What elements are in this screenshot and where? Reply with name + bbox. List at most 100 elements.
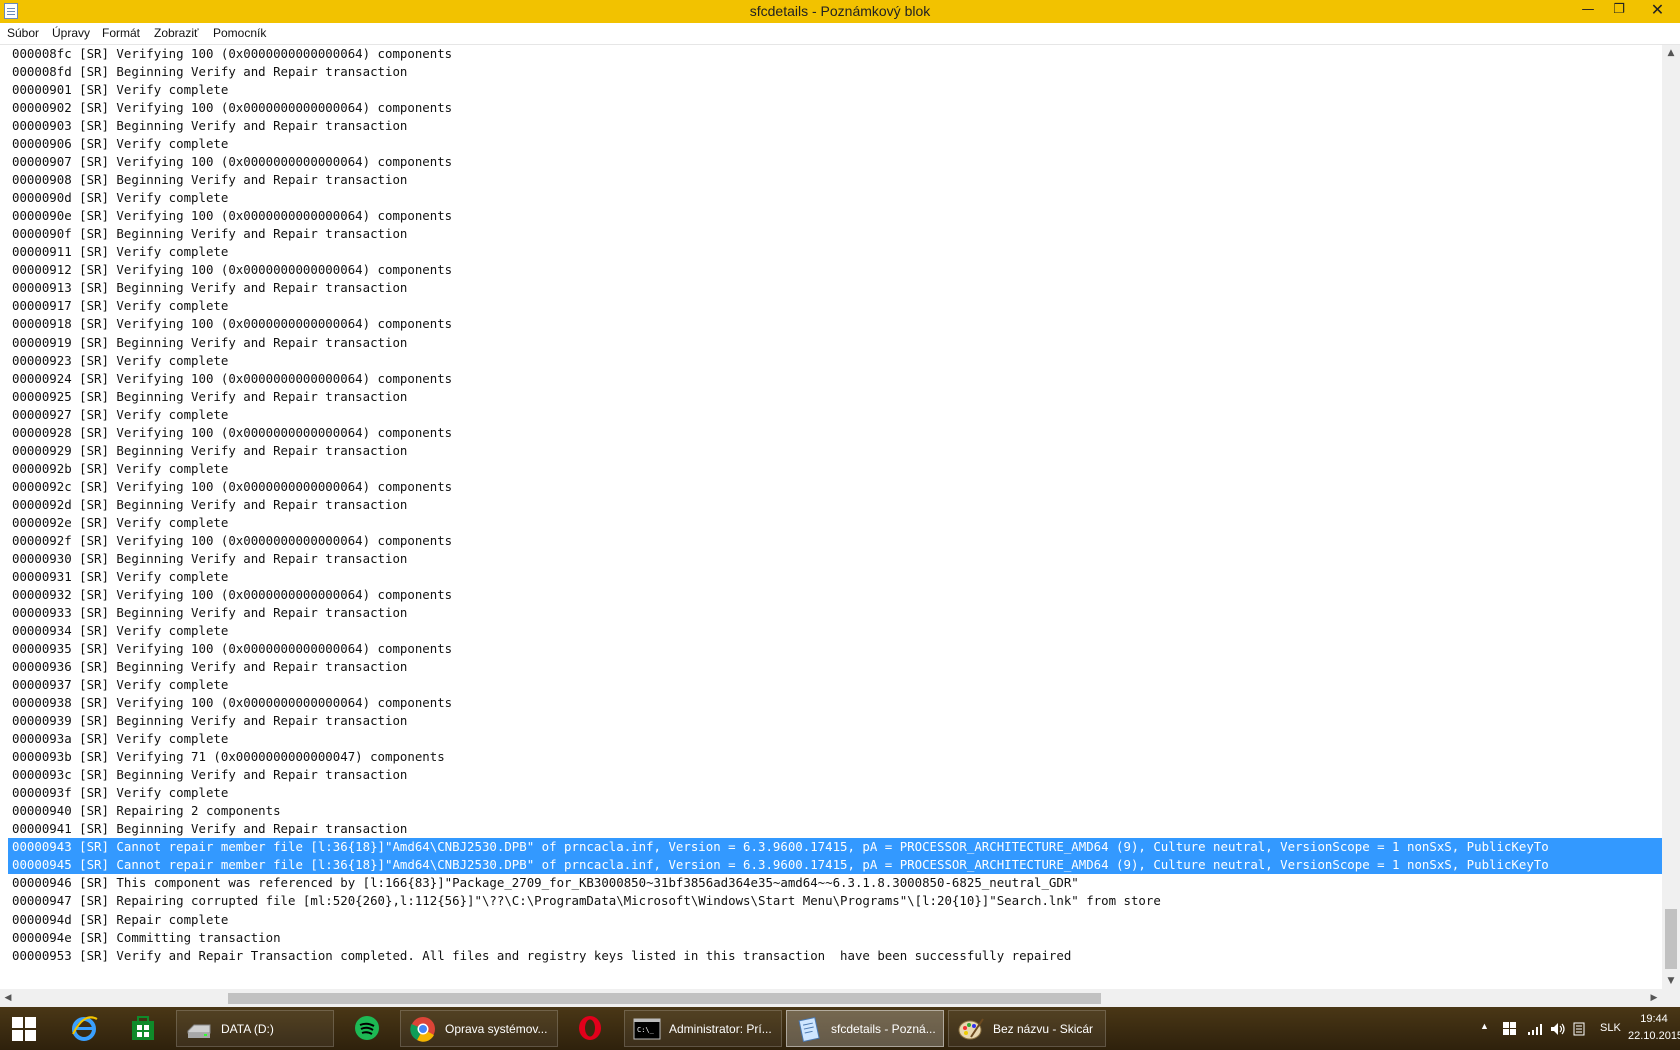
text-line: 00000938 [SR] Verifying 100 (0x000000000… — [12, 695, 453, 711]
spotify-icon — [355, 1016, 379, 1040]
text-content: 000008fc [SR] Verifying 100 (0x000000000… — [8, 45, 1662, 965]
taskbar-notepad[interactable]: sfcdetails - Pozná... — [786, 1010, 944, 1047]
text-line: 0000093b [SR] Verifying 71 (0x0000000000… — [12, 749, 445, 765]
text-line: 00000927 [SR] Verify complete — [12, 406, 229, 422]
menu-view[interactable]: Zobraziť — [154, 26, 199, 40]
text-line: 0000093a [SR] Verify complete — [12, 731, 229, 747]
text-line: 00000912 [SR] Verifying 100 (0x000000000… — [12, 262, 453, 278]
paint-icon — [958, 1018, 984, 1040]
text-line: 00000935 [SR] Verifying 100 (0x000000000… — [12, 641, 453, 657]
show-hidden-icons-chevron-icon[interactable]: ▲ — [1480, 1021, 1489, 1031]
text-line: 00000913 [SR] Beginning Verify and Repai… — [12, 280, 408, 296]
text-line: 00000940 [SR] Repairing 2 components — [12, 803, 281, 819]
text-line: 00000911 [SR] Verify complete — [12, 244, 229, 260]
text-line: 00000939 [SR] Beginning Verify and Repai… — [12, 713, 408, 729]
system-tray: ▲ SLK 19:44 22.10.2015 — [1470, 1007, 1680, 1050]
horizontal-scroll-thumb[interactable] — [228, 993, 1101, 1004]
taskbar-spotify[interactable] — [345, 1010, 389, 1047]
text-line: 00000902 [SR] Verifying 100 (0x000000000… — [12, 100, 453, 116]
text-line: 00000934 [SR] Verify complete — [12, 623, 229, 638]
title-bar[interactable]: sfcdetails - Poznámkový blok — ❐ ✕ — [0, 0, 1680, 23]
volume-icon[interactable] — [1550, 1021, 1566, 1037]
taskbar-item-label: Bez názvu - Skicár — [993, 1022, 1094, 1036]
text-line: 000008fc [SR] Verifying 100 (0x000000000… — [12, 46, 453, 61]
taskbar-paint[interactable]: Bez názvu - Skicár — [948, 1010, 1106, 1047]
text-line: 00000930 [SR] Beginning Verify and Repai… — [12, 550, 408, 566]
text-line: 0000092e [SR] Verify complete — [12, 514, 229, 530]
clock-date[interactable]: 22.10.2015 — [1628, 1030, 1680, 1042]
text-editor[interactable]: 000008fc [SR] Verifying 100 (0x000000000… — [0, 45, 1662, 990]
taskbar: DATA (D:) Oprava systémov... C:\_ Admini… — [0, 1007, 1680, 1050]
opera-icon — [579, 1016, 601, 1040]
text-line: 00000933 [SR] Beginning Verify and Repai… — [12, 604, 408, 620]
menu-help[interactable]: Pomocník — [213, 26, 266, 40]
text-line: 00000953 [SR] Verify and Repair Transact… — [12, 947, 1072, 963]
taskbar-ie[interactable] — [62, 1010, 106, 1047]
text-line: 00000946 [SR] This component was referen… — [12, 875, 1079, 891]
taskbar-chrome[interactable]: Oprava systémov... — [400, 1010, 558, 1047]
text-line: 0000093f [SR] Verify complete — [12, 785, 229, 801]
close-button[interactable]: ✕ — [1635, 0, 1680, 22]
text-line: 00000925 [SR] Beginning Verify and Repai… — [12, 388, 408, 404]
taskbar-drive-data[interactable]: DATA (D:) — [176, 1010, 334, 1047]
text-line: 00000919 [SR] Beginning Verify and Repai… — [12, 334, 408, 350]
text-line: 00000931 [SR] Verify complete — [12, 568, 229, 584]
menu-format[interactable]: Formát — [102, 26, 140, 40]
menu-bar: Súbor Úpravy Formát Zobraziť Pomocník — [0, 23, 1680, 45]
keyboard-icon[interactable] — [1573, 1022, 1585, 1036]
text-line: 00000936 [SR] Beginning Verify and Repai… — [12, 659, 408, 675]
restore-button[interactable]: ❐ — [1604, 0, 1634, 22]
scrollbar-corner — [1662, 989, 1680, 1007]
network-signal-icon[interactable] — [1527, 1022, 1543, 1036]
taskbar-opera[interactable] — [568, 1010, 612, 1047]
scroll-up-arrow-icon[interactable]: ▲ — [1662, 45, 1680, 61]
text-line: 0000092d [SR] Beginning Verify and Repai… — [12, 496, 408, 512]
scroll-left-arrow-icon[interactable]: ◀ — [0, 989, 16, 1007]
text-line: 000008fd [SR] Beginning Verify and Repai… — [12, 64, 408, 80]
svg-text:C:\_: C:\_ — [637, 1026, 655, 1034]
text-line: 00000918 [SR] Verifying 100 (0x000000000… — [12, 316, 453, 332]
text-line: 00000908 [SR] Beginning Verify and Repai… — [12, 172, 408, 188]
text-line: 00000928 [SR] Verifying 100 (0x000000000… — [12, 424, 453, 440]
scroll-down-arrow-icon[interactable]: ▼ — [1662, 973, 1680, 989]
start-button[interactable] — [6, 1010, 42, 1047]
windows-logo-icon — [12, 1017, 36, 1041]
menu-edit[interactable]: Úpravy — [52, 26, 90, 40]
taskbar-store[interactable] — [121, 1010, 165, 1047]
text-line: 0000092b [SR] Verify complete — [12, 460, 229, 476]
horizontal-scrollbar[interactable]: ◀ ▶ — [0, 989, 1662, 1007]
text-line: 0000092c [SR] Verifying 100 (0x000000000… — [12, 478, 453, 494]
text-line: 0000093c [SR] Beginning Verify and Repai… — [12, 767, 408, 783]
text-line: 0000094e [SR] Committing transaction — [12, 929, 281, 945]
text-line: 00000929 [SR] Beginning Verify and Repai… — [12, 442, 408, 458]
text-line: 0000090e [SR] Verifying 100 (0x000000000… — [12, 208, 453, 224]
taskbar-item-label: DATA (D:) — [221, 1022, 274, 1036]
clock-time[interactable]: 19:44 — [1632, 1013, 1676, 1025]
cmd-icon: C:\_ — [633, 1018, 661, 1040]
text-line: 00000923 [SR] Verify complete — [12, 352, 229, 368]
vertical-scroll-thumb[interactable] — [1665, 909, 1677, 969]
drive-icon — [187, 1024, 211, 1038]
text-line: 0000094d [SR] Repair complete — [12, 911, 229, 927]
menu-file[interactable]: Súbor — [7, 26, 39, 40]
taskbar-cmd[interactable]: C:\_ Administrator: Prí... — [624, 1010, 782, 1047]
taskbar-item-label: Oprava systémov... — [445, 1022, 548, 1036]
notepad-icon — [798, 1016, 820, 1043]
minimize-button[interactable]: — — [1573, 0, 1603, 22]
text-line-selected: 00000943 [SR] Cannot repair member file … — [8, 838, 1662, 857]
text-line: 0000092f [SR] Verifying 100 (0x000000000… — [12, 532, 453, 548]
action-center-flag-icon[interactable] — [1503, 1022, 1517, 1036]
text-line: 0000090f [SR] Beginning Verify and Repai… — [12, 226, 408, 242]
store-icon — [132, 1016, 154, 1040]
scroll-right-arrow-icon[interactable]: ▶ — [1646, 989, 1662, 1007]
text-line: 0000090d [SR] Verify complete — [12, 190, 229, 206]
text-line: 00000924 [SR] Verifying 100 (0x000000000… — [12, 370, 453, 386]
text-line-selected: 00000945 [SR] Cannot repair member file … — [8, 856, 1662, 875]
text-line: 00000947 [SR] Repairing corrupted file [… — [12, 893, 1161, 909]
text-line: 00000941 [SR] Beginning Verify and Repai… — [12, 821, 408, 837]
vertical-scrollbar[interactable]: ▲ ▼ — [1662, 45, 1680, 989]
internet-explorer-icon — [72, 1016, 98, 1041]
text-line: 00000901 [SR] Verify complete — [12, 82, 229, 98]
language-indicator[interactable]: SLK — [1600, 1022, 1621, 1034]
text-line: 00000906 [SR] Verify complete — [12, 136, 229, 152]
